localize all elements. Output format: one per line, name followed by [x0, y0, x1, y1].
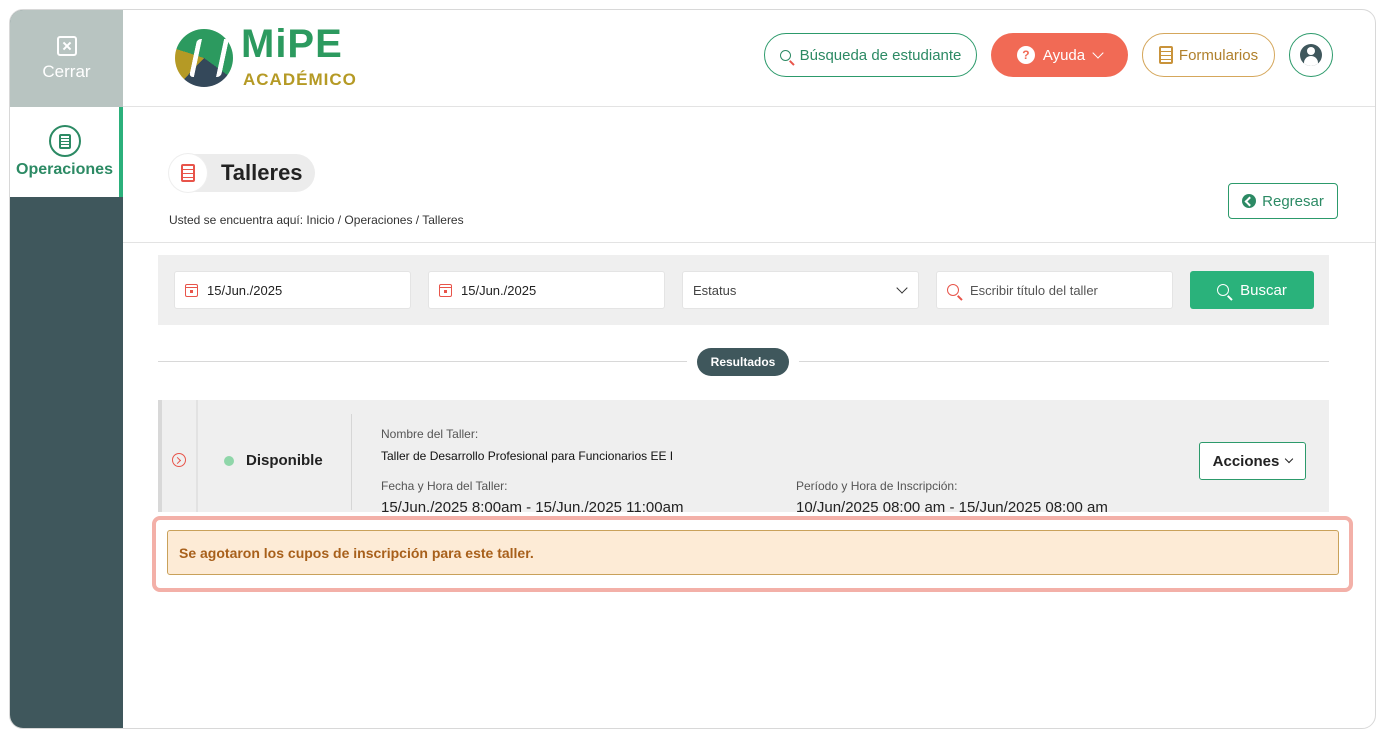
- workshop-datetime-label: Fecha y Hora del Taller:: [381, 479, 508, 493]
- title-search-placeholder: Escribir título del taller: [970, 282, 1098, 298]
- card-divider: [196, 400, 198, 512]
- user-profile-button[interactable]: [1289, 33, 1333, 77]
- sidebar-item-label: Operaciones: [16, 161, 113, 178]
- calendar-icon: [439, 283, 452, 297]
- status-select[interactable]: Estatus: [682, 271, 919, 309]
- search-icon: [947, 284, 959, 296]
- top-header: MiPE ACADÉMICO Búsqueda de estudiante ? …: [123, 10, 1375, 107]
- calendar-icon: [185, 283, 198, 297]
- actions-label: Acciones: [1212, 452, 1280, 470]
- logo-title: MiPE: [241, 22, 343, 66]
- logo-subtitle: ACADÉMICO: [243, 70, 357, 89]
- back-label: Regresar: [1262, 192, 1324, 210]
- sidebar-item-operaciones[interactable]: Operaciones: [10, 107, 123, 197]
- date-from-field[interactable]: 15/Jun./2025: [174, 271, 411, 309]
- sidebar: Cerrar Operaciones: [10, 10, 123, 728]
- chevron-right-circle-icon[interactable]: [172, 453, 186, 467]
- mipe-logo[interactable]: MiPE ACADÉMICO: [175, 22, 365, 89]
- workshop-result-row: Disponible Nombre del Taller: Taller de …: [158, 400, 1329, 516]
- date-to-field[interactable]: 15/Jun./2025: [428, 271, 665, 309]
- help-dropdown-button[interactable]: ? Ayuda: [991, 33, 1128, 77]
- results-label: Resultados: [697, 348, 789, 376]
- breadcrumb: Usted se encuentra aquí: Inicio / Operac…: [169, 213, 464, 227]
- status-badge: Disponible: [246, 452, 323, 469]
- question-icon: ?: [1016, 46, 1035, 64]
- student-search-button[interactable]: Búsqueda de estudiante: [764, 33, 977, 77]
- page-title-text: Talleres: [221, 160, 303, 185]
- page-title-area: Talleres Usted se encuentra aquí: Inicio…: [123, 107, 1375, 243]
- enrollment-period-label: Período y Hora de Inscripción:: [796, 479, 958, 493]
- chevron-down-icon: [1092, 47, 1104, 59]
- arrow-left-circle-icon: [1242, 194, 1257, 208]
- enrollment-period: 10/Jun/2025 08:00 am - 15/Jun/2025 08:00…: [796, 499, 1108, 516]
- close-icon: [56, 35, 77, 56]
- search-icon: [779, 49, 791, 61]
- help-label: Ayuda: [1042, 46, 1086, 64]
- search-button[interactable]: Buscar: [1190, 271, 1314, 309]
- chevron-down-icon: [896, 282, 908, 294]
- search-icon: [1217, 284, 1230, 296]
- vertical-divider: [351, 414, 352, 510]
- status-indicator-dot: [224, 456, 234, 466]
- logo-emblem: [175, 29, 233, 87]
- search-button-label: Buscar: [1240, 281, 1287, 299]
- filter-bar: 15/Jun./2025 15/Jun./2025 Estatus Escrib…: [158, 255, 1329, 325]
- no-seats-alert: Se agotaron los cupos de inscripción par…: [167, 530, 1339, 575]
- title-search-input[interactable]: Escribir título del taller: [936, 271, 1173, 309]
- actions-dropdown-button[interactable]: Acciones: [1199, 442, 1306, 480]
- forms-button[interactable]: Formularios: [1142, 33, 1275, 77]
- date-from-value: 15/Jun./2025: [207, 282, 283, 298]
- workshop-name: Taller de Desarrollo Profesional para Fu…: [381, 449, 674, 463]
- calculator-icon: [48, 125, 81, 157]
- date-to-value: 15/Jun./2025: [461, 282, 537, 298]
- page-title: Talleres: [169, 154, 315, 192]
- workshop-name-label: Nombre del Taller:: [381, 427, 479, 441]
- chevron-down-icon: [1285, 454, 1294, 464]
- status-placeholder: Estatus: [693, 282, 737, 298]
- calculator-icon: [169, 154, 207, 192]
- document-icon: [1158, 46, 1173, 64]
- app-frame: Cerrar Operaciones MiPE ACADÉMICO Búsque…: [9, 9, 1376, 729]
- close-label: Cerrar: [42, 61, 91, 81]
- user-icon: [1300, 44, 1322, 66]
- student-search-label: Búsqueda de estudiante: [799, 46, 962, 64]
- close-sidebar-button[interactable]: Cerrar: [10, 10, 123, 107]
- forms-label: Formularios: [1178, 46, 1259, 64]
- back-button[interactable]: Regresar: [1228, 183, 1338, 219]
- workshop-datetime: 15/Jun./2025 8:00am - 15/Jun./2025 11:00…: [381, 499, 684, 516]
